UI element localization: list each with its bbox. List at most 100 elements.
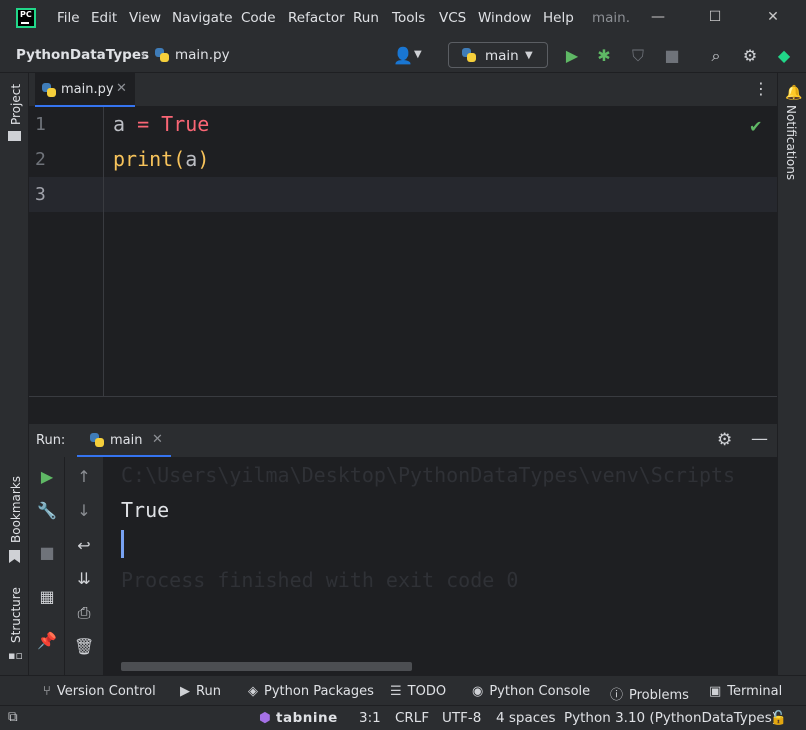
user-icon[interactable]: 👤 bbox=[393, 46, 413, 66]
tabnine-status[interactable]: tabnine bbox=[276, 710, 338, 726]
bookmark-icon bbox=[9, 550, 20, 563]
soft-wrap-icon[interactable]: ↩ bbox=[74, 536, 94, 556]
stop-icon[interactable]: ■ bbox=[37, 543, 57, 563]
menu-edit[interactable]: Edit bbox=[91, 10, 117, 26]
run-panel-header: Run: main ✕ ⚙ — bbox=[29, 424, 777, 457]
chevron-down-icon[interactable]: ▼ bbox=[414, 49, 422, 60]
tool-windows-icon[interactable]: ⧉ bbox=[8, 709, 18, 725]
search-icon[interactable]: ⌕ bbox=[706, 46, 726, 66]
code-editor[interactable]: 1 2 3 a = True print(a) ✔ bbox=[29, 107, 777, 396]
horizontal-scrollbar[interactable] bbox=[121, 662, 412, 671]
arrow-down-icon[interactable]: ↓ bbox=[74, 501, 94, 521]
close-icon[interactable]: ✕ bbox=[116, 81, 127, 96]
menu-navigate[interactable]: Navigate bbox=[172, 10, 233, 26]
python-file-icon bbox=[41, 82, 57, 102]
left-tool-strip: Project Bookmarks Structure ▪▫ bbox=[0, 73, 29, 675]
more-options-icon[interactable]: ⋮ bbox=[753, 79, 769, 98]
run-tab-main[interactable]: main ✕ bbox=[77, 424, 171, 457]
branch-icon: ⑂ bbox=[43, 684, 51, 699]
debug-icon[interactable]: ✱ bbox=[594, 46, 614, 66]
stop-icon[interactable]: ■ bbox=[662, 46, 682, 66]
maximize-button[interactable]: ☐ bbox=[700, 6, 730, 28]
indent-setting[interactable]: 4 spaces bbox=[496, 710, 556, 726]
version-control-label: Version Control bbox=[56, 684, 156, 699]
file-encoding[interactable]: UTF-8 bbox=[442, 710, 481, 726]
close-icon[interactable]: ✕ bbox=[152, 432, 163, 447]
menu-code[interactable]: Code bbox=[241, 10, 276, 26]
breadcrumb-project[interactable]: PythonDataTypes bbox=[16, 47, 149, 63]
minimize-button[interactable]: — bbox=[643, 6, 673, 28]
console-exit-message: Process finished with exit code 0 bbox=[121, 568, 519, 592]
menu-help[interactable]: Help bbox=[543, 10, 574, 26]
run-tool-button[interactable]: ▶ Run bbox=[180, 684, 221, 699]
pycharm-logo-icon[interactable]: PC bbox=[16, 8, 36, 28]
version-control-button[interactable]: ⑂ Version Control bbox=[43, 684, 156, 699]
menu-refactor[interactable]: Refactor bbox=[288, 10, 345, 26]
text-caret bbox=[121, 530, 124, 558]
menu-view[interactable]: View bbox=[129, 10, 161, 26]
trash-icon[interactable]: 🗑 bbox=[74, 637, 94, 657]
gear-icon[interactable]: ⚙ bbox=[740, 46, 760, 66]
structure-icon: ▪▫ bbox=[8, 649, 23, 662]
tabnine-icon: ⬢ bbox=[259, 710, 271, 726]
python-interpreter[interactable]: Python 3.10 (PythonDataTypes) bbox=[564, 710, 777, 726]
console-command-line: C:\Users\yilma\Desktop\PythonDataTypes\v… bbox=[121, 463, 736, 487]
panel-divider[interactable] bbox=[29, 396, 777, 424]
python-file-icon bbox=[154, 47, 170, 67]
menu-vcs[interactable]: VCS bbox=[439, 10, 466, 26]
wrench-icon[interactable]: 🔧 bbox=[37, 501, 57, 521]
folder-icon bbox=[8, 131, 21, 141]
navigation-bar: PythonDataTypes › main.py 👤 ▼ main ▼ ▶ ✱… bbox=[0, 37, 806, 73]
code-literal: True bbox=[161, 112, 210, 136]
menu-run[interactable]: Run bbox=[353, 10, 379, 26]
run-console[interactable]: C:\Users\yilma\Desktop\PythonDataTypes\v… bbox=[103, 457, 777, 675]
python-icon bbox=[89, 432, 105, 452]
menu-tools[interactable]: Tools bbox=[392, 10, 425, 26]
terminal-label: Terminal bbox=[727, 684, 783, 699]
pin-icon[interactable]: 📌 bbox=[37, 631, 57, 651]
coverage-icon[interactable]: ⛉ bbox=[628, 46, 648, 66]
run-icon[interactable]: ▶ bbox=[562, 46, 582, 66]
breadcrumb-file[interactable]: main.py bbox=[175, 47, 230, 63]
editor-tab-bar: main.py ✕ ⋮ bbox=[29, 73, 777, 107]
terminal-button[interactable]: ▣ Terminal bbox=[709, 684, 782, 699]
todo-button[interactable]: ☰ TODO bbox=[390, 684, 446, 699]
rerun-icon[interactable]: ▶ bbox=[37, 467, 57, 487]
bookmarks-tool-button[interactable]: Bookmarks bbox=[9, 476, 23, 543]
run-toolbar-primary: ▶ 🔧 ■ ▦ 📌 bbox=[29, 457, 64, 675]
code-argument: a bbox=[185, 147, 198, 171]
layout-icon[interactable]: ▦ bbox=[37, 587, 57, 607]
line-number: 1 bbox=[35, 114, 46, 135]
problems-button[interactable]: ⓘ Problems bbox=[610, 684, 689, 703]
code-variable: a bbox=[113, 112, 126, 136]
code-line-1: a = True bbox=[113, 112, 209, 136]
python-packages-button[interactable]: ◈ Python Packages bbox=[248, 684, 374, 699]
gutter-divider bbox=[103, 107, 104, 396]
line-separator[interactable]: CRLF bbox=[395, 710, 429, 726]
run-config-label: main bbox=[485, 48, 519, 64]
hide-panel-icon[interactable]: — bbox=[751, 429, 768, 449]
caret-position[interactable]: 3:1 bbox=[359, 710, 381, 726]
menu-file[interactable]: File bbox=[57, 10, 80, 26]
run-configuration-selector[interactable]: main ▼ bbox=[448, 42, 548, 68]
line-number: 3 bbox=[35, 184, 46, 205]
tab-main-py[interactable]: main.py ✕ bbox=[35, 73, 135, 107]
menu-window[interactable]: Window bbox=[478, 10, 531, 26]
check-icon[interactable]: ✔ bbox=[749, 117, 762, 136]
gear-icon[interactable]: ⚙ bbox=[717, 430, 732, 450]
plugin-icon[interactable]: ◆ bbox=[774, 46, 794, 66]
logo-text: PC bbox=[20, 10, 32, 19]
arrow-up-icon[interactable]: ↑ bbox=[74, 467, 94, 487]
lock-icon[interactable]: 🔓 bbox=[770, 710, 787, 726]
close-button[interactable]: ✕ bbox=[758, 6, 788, 28]
structure-tool-button[interactable]: Structure bbox=[9, 587, 23, 643]
python-icon bbox=[461, 47, 477, 67]
project-tool-button[interactable]: Project bbox=[9, 84, 23, 125]
print-icon[interactable]: ⎙ bbox=[74, 603, 94, 623]
python-console-button[interactable]: ◉ Python Console bbox=[472, 684, 590, 699]
run-toolbar-secondary: ↑ ↓ ↩ ⇊ ⎙ 🗑 bbox=[64, 457, 103, 675]
python-packages-label: Python Packages bbox=[264, 684, 374, 699]
notifications-tool-button[interactable]: Notifications bbox=[784, 105, 798, 180]
code-line-2: print(a) bbox=[113, 147, 209, 171]
scroll-to-end-icon[interactable]: ⇊ bbox=[74, 569, 94, 589]
